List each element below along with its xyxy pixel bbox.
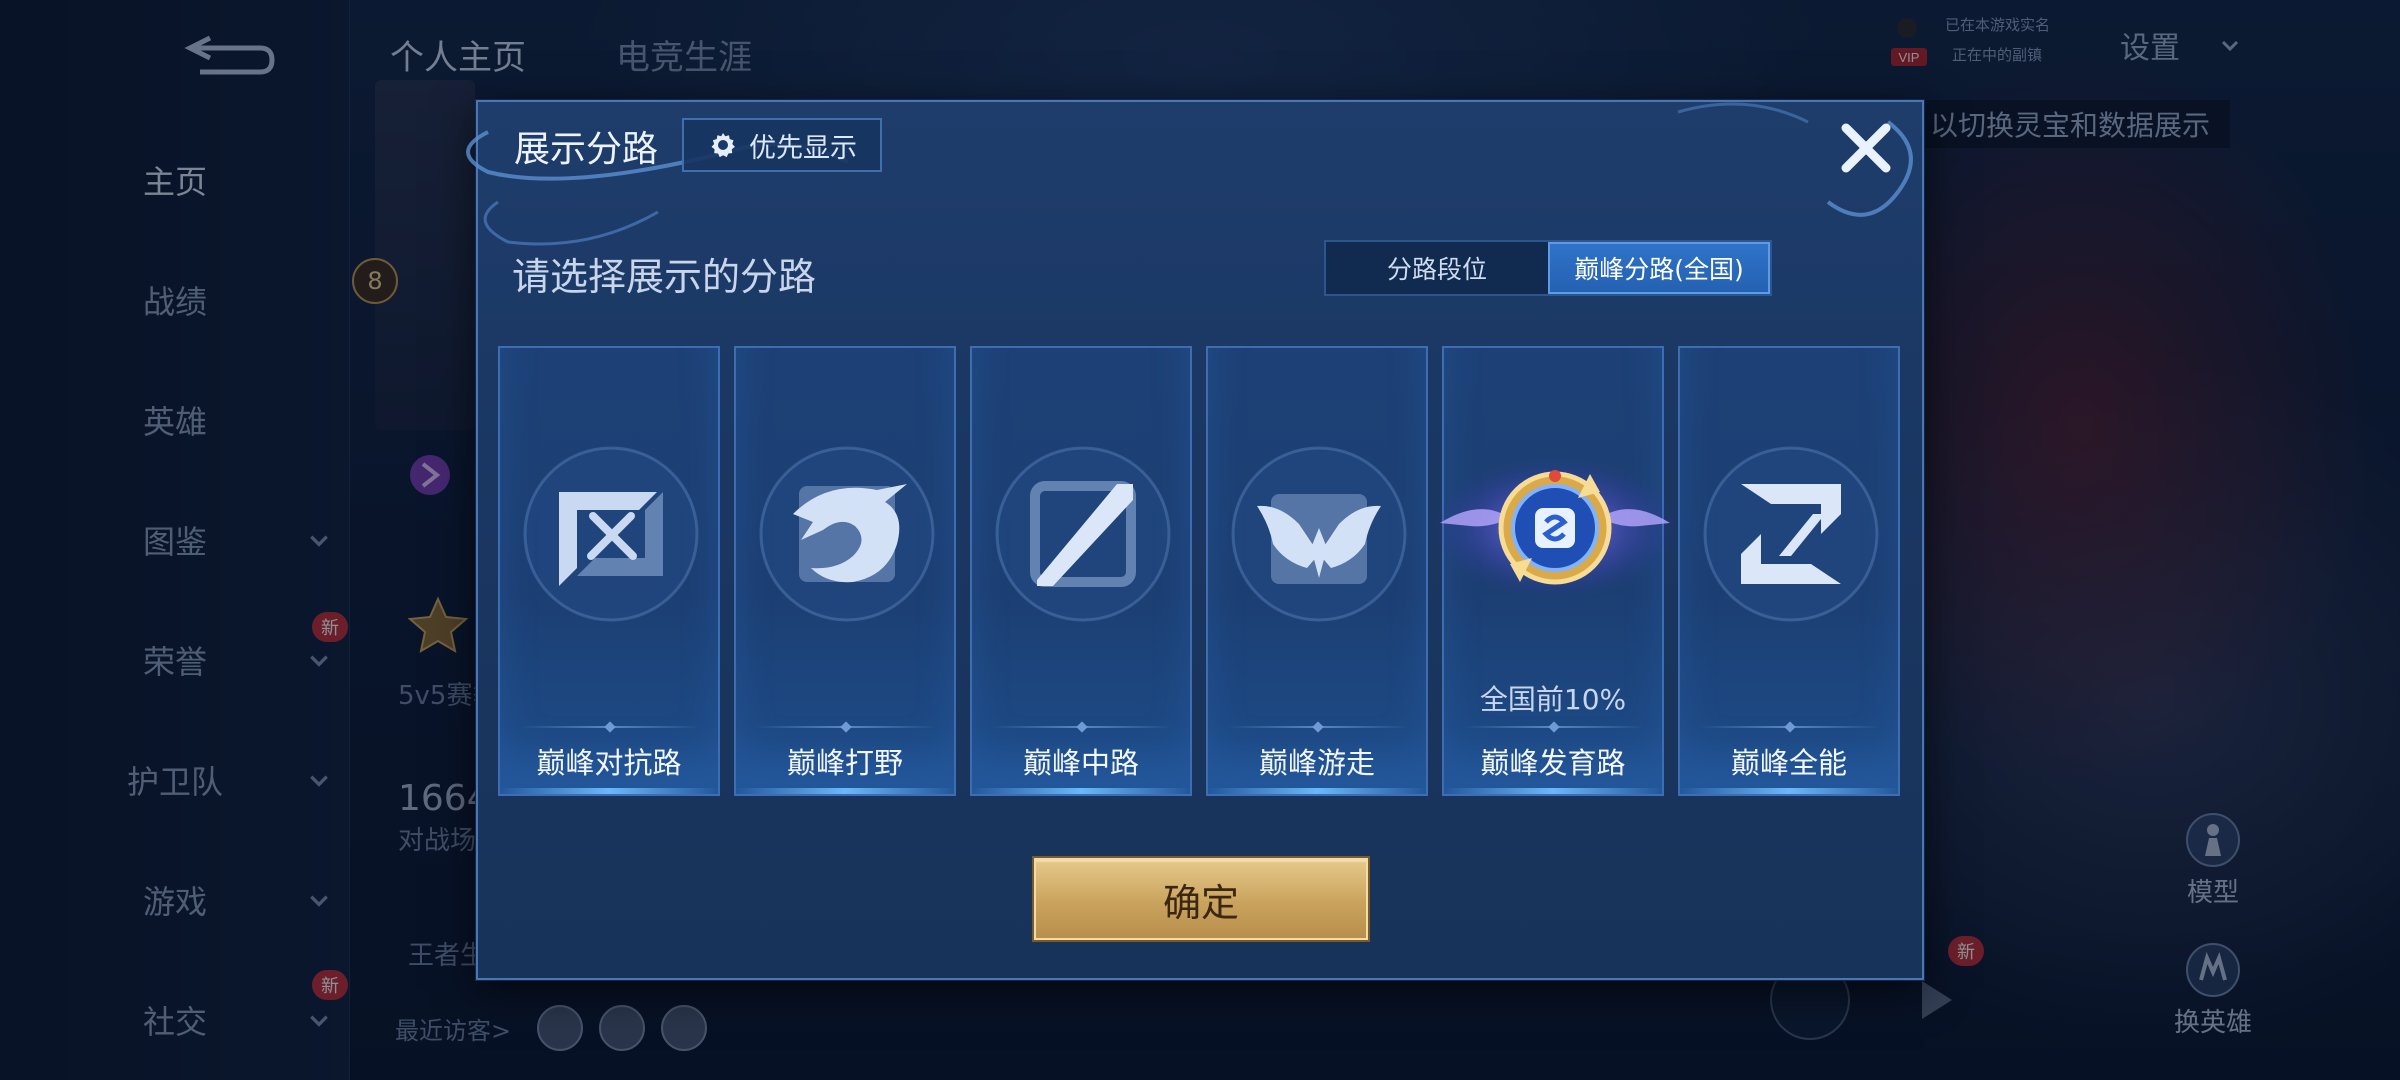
- slash-icon: [995, 446, 1171, 622]
- card-glow: [500, 788, 718, 794]
- lane-card-mid[interactable]: 巅峰中路: [970, 346, 1192, 796]
- card-divider: [1700, 726, 1880, 728]
- card-divider: [1464, 726, 1644, 728]
- all-round-icon: [1703, 446, 1879, 622]
- lane-card-jungle[interactable]: 巅峰打野: [734, 346, 956, 796]
- card-glow: [736, 788, 954, 794]
- toggle-lane-rank[interactable]: 分路段位: [1326, 242, 1548, 294]
- dragon-icon: [759, 446, 935, 622]
- lane-display-dialog: 展示分路 优先显示 请选择展示的分路 分路段位 巅峰分路(全国) 巅峰对抗路 巅…: [466, 100, 1924, 980]
- card-divider: [520, 726, 700, 728]
- lane-label: 巅峰全能: [1730, 746, 1847, 780]
- lane-label: 巅峰游走: [1258, 746, 1375, 780]
- lane-card-top[interactable]: 巅峰对抗路: [498, 346, 720, 796]
- wings-icon: [1231, 446, 1407, 622]
- lane-label: 巅峰对抗路: [536, 746, 682, 780]
- crossed-swords-icon: [523, 446, 699, 622]
- card-glow: [1444, 788, 1662, 794]
- priority-display-button[interactable]: 优先显示: [682, 118, 882, 172]
- lane-card-farm[interactable]: 全国前10% 巅峰发育路: [1430, 346, 1680, 796]
- confirm-button[interactable]: 确定: [1034, 858, 1368, 940]
- dialog-title: 展示分路: [514, 129, 659, 170]
- lane-card-all-round[interactable]: 巅峰全能: [1678, 346, 1900, 796]
- card-glow: [972, 788, 1190, 794]
- card-glow: [1208, 788, 1426, 794]
- card-divider: [992, 726, 1172, 728]
- lane-label: 巅峰打野: [786, 746, 903, 780]
- toggle-peak-lane-national[interactable]: 巅峰分路(全国): [1548, 242, 1770, 294]
- lane-card-roam[interactable]: 巅峰游走: [1206, 346, 1428, 796]
- dialog-subtitle: 请选择展示的分路: [512, 255, 817, 299]
- lane-card-list: 巅峰对抗路 巅峰打野 巅峰中路 巅峰游走 全国前10% 巅峰发育路 巅峰全能: [498, 346, 1900, 796]
- glory-emblem-icon: [1430, 458, 1680, 598]
- close-icon[interactable]: [1834, 116, 1898, 180]
- view-toggle: 分路段位 巅峰分路(全国): [1324, 240, 1772, 296]
- lane-label: 巅峰中路: [1022, 746, 1139, 780]
- card-divider: [1228, 726, 1408, 728]
- gear-icon: [711, 133, 735, 158]
- priority-label: 优先显示: [749, 132, 857, 164]
- card-divider: [756, 726, 936, 728]
- card-glow: [1680, 788, 1898, 794]
- lane-label: 巅峰发育路: [1480, 746, 1626, 780]
- lane-rank-text: 全国前10%: [1479, 683, 1627, 716]
